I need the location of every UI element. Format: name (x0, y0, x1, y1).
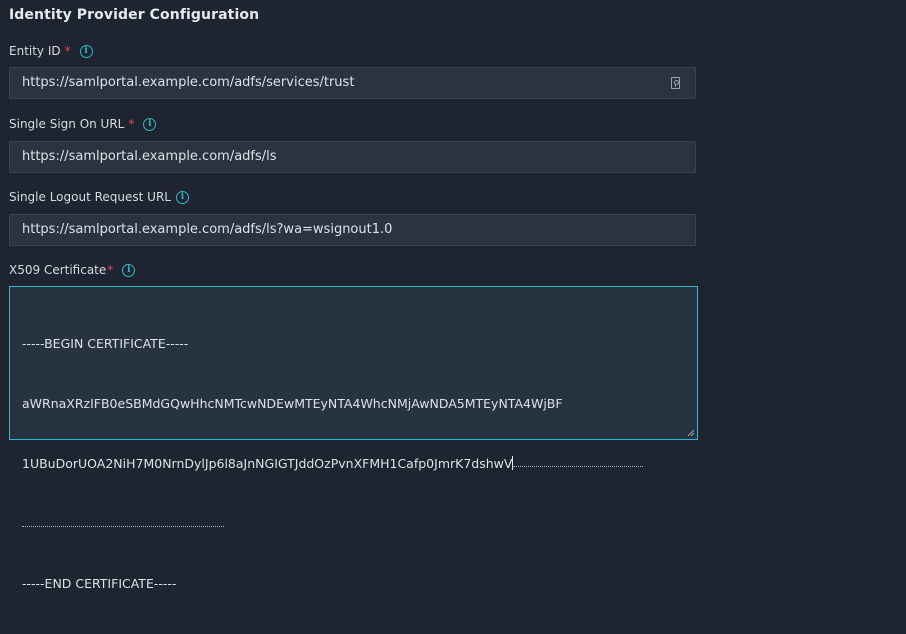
sso-url-label: Single Sign On URL (9, 117, 125, 131)
text-caret (512, 456, 514, 470)
required-marker: * (64, 44, 71, 58)
entity-id-label: Entity ID (9, 44, 61, 58)
required-marker: * (107, 263, 114, 277)
x509-label: X509 Certificate (9, 263, 107, 277)
x509-certificate-textarea[interactable]: -----BEGIN CERTIFICATE----- aWRnaXRzIFB0… (9, 286, 698, 591)
info-icon[interactable]: i (143, 117, 157, 131)
info-icon[interactable]: i (175, 190, 189, 204)
cert-line-text: 1UBuDorUOA2NiH7M0NrnDylJp6l8aJnNGIGTJddO… (22, 456, 513, 471)
key-icon[interactable] (671, 77, 680, 89)
entity-id-field[interactable]: https://samlportal.example.com/adfs/serv… (9, 67, 696, 99)
cert-line (22, 514, 643, 534)
required-marker: * (128, 117, 135, 131)
sso-url-field[interactable]: https://samlportal.example.com/adfs/ls (9, 141, 696, 173)
cert-line: -----BEGIN CERTIFICATE----- (22, 336, 189, 351)
slo-url-label: Single Logout Request URL (9, 190, 171, 204)
page-title: Identity Provider Configuration (9, 7, 260, 23)
info-icon[interactable]: i (79, 44, 93, 58)
sso-url-value[interactable]: https://samlportal.example.com/adfs/ls (22, 149, 277, 164)
entity-id-value[interactable]: https://samlportal.example.com/adfs/serv… (22, 75, 354, 90)
entity-id-label-row: Entity ID * i (9, 44, 93, 58)
cert-line-with-caret: 1UBuDorUOA2NiH7M0NrnDylJp6l8aJnNGIGTJddO… (22, 454, 644, 474)
cert-line: aWRnaXRzIFB0eSBMdGQwHhcNMTcwNDEwMTEyNTA4… (22, 396, 563, 411)
cert-line: -----END CERTIFICATE----- (22, 576, 177, 591)
slo-url-field[interactable]: https://samlportal.example.com/adfs/ls?w… (9, 214, 696, 246)
slo-url-label-row: Single Logout Request URL i (9, 190, 189, 204)
slo-url-value[interactable]: https://samlportal.example.com/adfs/ls?w… (22, 222, 392, 237)
dotted-continuation (22, 525, 224, 527)
certificate-text[interactable]: -----BEGIN CERTIFICATE----- aWRnaXRzIFB0… (22, 294, 644, 634)
x509-label-row: X509 Certificate * i (9, 263, 136, 277)
dotted-continuation (513, 465, 644, 467)
sso-url-label-row: Single Sign On URL * i (9, 117, 157, 131)
info-icon[interactable]: i (122, 263, 136, 277)
resize-handle-icon[interactable] (687, 429, 695, 437)
